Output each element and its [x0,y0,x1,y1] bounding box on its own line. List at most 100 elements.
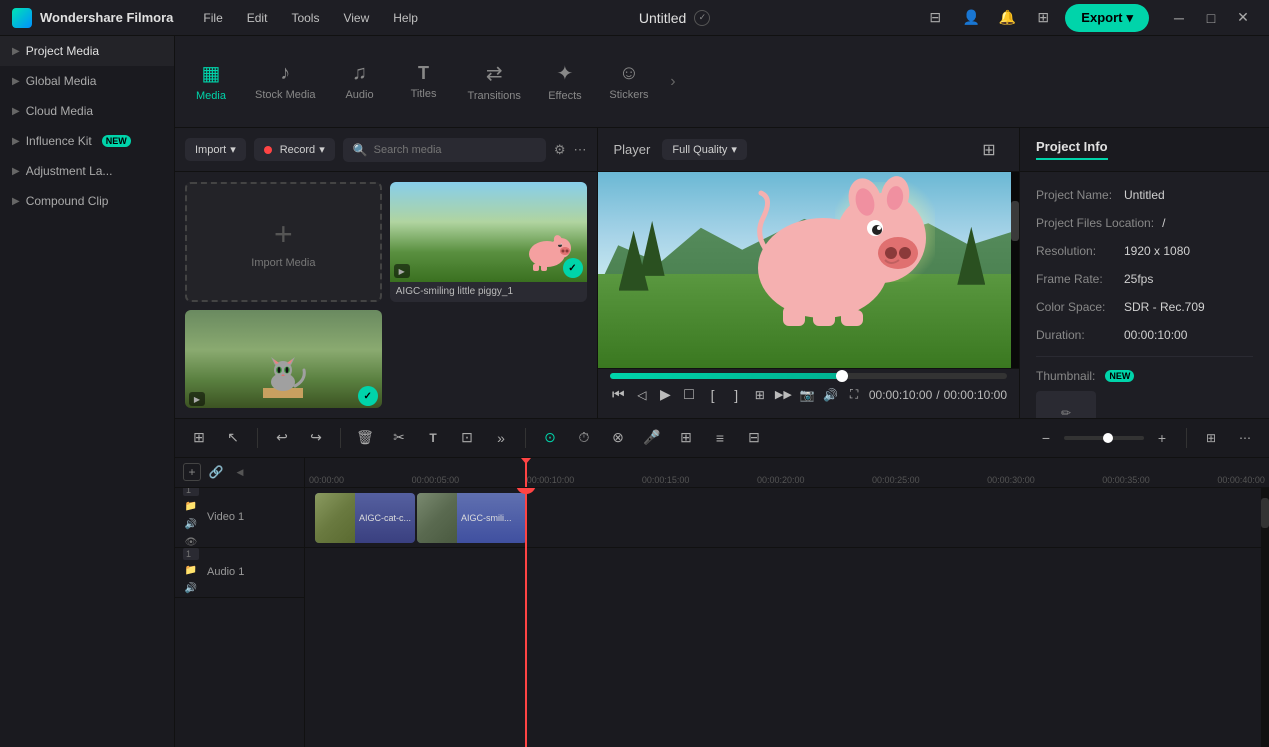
sidebar-item-cloud-media[interactable]: ▶ Cloud Media [0,96,174,126]
tabs-more-btn[interactable]: › [661,52,685,112]
add-timeline-btn[interactable]: ⊞ [751,383,769,407]
media-card-cat[interactable]: ▶ ✓ AIGC-cat eating ice cream_1 [185,310,382,408]
cat-clip[interactable]: AIGC-cat-c... [315,493,415,543]
preview-fullscreen-icon[interactable]: ⊞ [975,136,1003,164]
auto-reframe-btn[interactable]: ⊞ [672,424,700,452]
thumbnail-label: Thumbnail: NEW [1036,369,1253,383]
text-tool-btn[interactable]: T [419,424,447,452]
volume-icon-audio[interactable]: 🔊 [183,580,199,596]
folder-icon-video[interactable]: 📁 [183,498,199,514]
preview-scrollbar[interactable] [1011,172,1019,368]
tab-stock-media[interactable]: ♪ Stock Media [243,54,328,109]
preview-timeline-bar[interactable] [610,373,1008,379]
search-input[interactable] [374,144,536,156]
cat-clip-thumb [315,493,355,543]
preview-scrollbar-thumb[interactable] [1011,201,1019,241]
render-btn[interactable]: ▶▶ [775,383,793,407]
timeline-scrollbar[interactable] [1261,488,1269,747]
info-row-colorspace: Color Space: SDR - Rec.709 [1036,300,1253,314]
tab-transitions[interactable]: ⇄ Transitions [456,53,533,110]
speed-btn[interactable]: ⏱ [570,424,598,452]
prev-frame-btn[interactable]: ◁ [633,383,651,407]
tab-effects[interactable]: ✦ Effects [533,53,597,110]
tab-stickers[interactable]: ☺ Stickers [597,54,661,109]
import-button[interactable]: Import ▾ [185,138,246,161]
undo-btn[interactable]: ↩ [268,424,296,452]
zoom-plus-btn[interactable]: + [1148,424,1176,452]
tab-media[interactable]: ▦ Media [179,53,243,110]
rewind-btn[interactable]: ⏮ [610,383,628,407]
sidebar-item-compound-clip[interactable]: ▶ Compound Clip [0,186,174,216]
collapse-btn[interactable]: ◀ [231,463,249,481]
more-tools-btn[interactable]: » [487,424,515,452]
mark-out-btn[interactable]: ] [727,383,745,407]
cat-thumbnail: ▶ ✓ [185,310,382,408]
sidebar-item-influence-kit[interactable]: ▶ Influence Kit NEW [0,126,174,156]
menu-edit[interactable]: Edit [237,7,278,29]
more-layout-btn[interactable]: ⋯ [1231,424,1259,452]
select-tool-btn[interactable]: ↖ [219,424,247,452]
zoom-minus-btn[interactable]: − [1032,424,1060,452]
menu-tools[interactable]: Tools [281,7,329,29]
zoom-slider[interactable] [1064,436,1144,440]
redo-btn[interactable]: ↪ [302,424,330,452]
more-options-icon[interactable]: ⋯ [574,142,587,158]
subtitle-btn[interactable]: ≡ [706,424,734,452]
import-media-card[interactable]: + Import Media [185,182,382,302]
fullscreen-btn[interactable]: ⛶ [845,383,863,407]
snapshot-btn[interactable]: 📷 [798,383,816,407]
zoom-thumb [1103,433,1113,443]
minimize-btn[interactable]: ─ [1165,4,1193,32]
ruler-mark-8: 00:00:40:00 [1217,475,1265,485]
menu-view[interactable]: View [333,7,379,29]
export-button[interactable]: Export ▾ [1065,4,1149,32]
maximize-btn[interactable]: □ [1197,4,1225,32]
media-card-piggy[interactable]: ▶ ✓ AIGC-smiling little piggy_1 [390,182,587,302]
info-separator [1036,356,1253,357]
search-box[interactable]: 🔍 [343,138,546,162]
ruler-mark-7: 00:00:35:00 [1102,475,1150,485]
track-content: ✕ AIGC-cat-c... [305,488,1261,747]
screen-btn[interactable]: ⊟ [921,4,949,32]
player-tab[interactable]: Player [614,142,651,157]
quality-selector[interactable]: Full Quality ▾ [662,139,747,160]
menu-help[interactable]: Help [383,7,428,29]
mark-in-btn[interactable]: [ [704,383,722,407]
link-btn[interactable]: 🔗 [207,463,225,481]
sidebar-item-adjustment-layer[interactable]: ▶ Adjustment La... [0,156,174,186]
close-btn[interactable]: ✕ [1229,4,1257,32]
apps-btn[interactable]: ⊞ [1029,4,1057,32]
menu-file[interactable]: File [193,7,232,29]
layout-btn[interactable]: ⊞ [1197,424,1225,452]
cut-tool-btn[interactable]: ✂ [385,424,413,452]
app-logo [12,8,32,28]
voice-btn[interactable]: 🎤 [638,424,666,452]
filter-icon[interactable]: ⚙ [554,142,566,158]
audio-btn[interactable]: 🔊 [822,383,840,407]
project-info-tab[interactable]: Project Info [1036,139,1108,160]
tab-audio[interactable]: ♫ Audio [328,54,392,109]
color-correction-btn[interactable]: ⊙ [536,424,564,452]
playhead[interactable]: ✕ [525,488,527,747]
crop-tool-btn[interactable]: ⊡ [453,424,481,452]
play-btn[interactable]: ▶ [657,383,675,407]
track-labels: 1 📁 🔊 👁 Video 1 1 📁 🔊 [175,488,305,747]
multi-cam-btn[interactable]: ⊞ [185,424,213,452]
record-button[interactable]: Record ▾ [254,138,335,161]
cut-btn[interactable]: □ [680,383,698,407]
volume-icon-video[interactable]: 🔊 [183,516,199,532]
colorspace-value: SDR - Rec.709 [1124,300,1205,314]
pip-btn[interactable]: ⊟ [740,424,768,452]
tab-titles[interactable]: T Titles [392,55,456,108]
delete-btn[interactable]: 🗑 [351,424,379,452]
profile-btn[interactable]: 👤 [957,4,985,32]
stabilize-btn[interactable]: ⊗ [604,424,632,452]
timeline-thumb[interactable] [836,370,848,382]
notifications-btn[interactable]: 🔔 [993,4,1021,32]
folder-icon-audio[interactable]: 📁 [183,562,199,578]
timeline-scrollbar-thumb[interactable] [1261,498,1269,528]
sidebar-item-project-media[interactable]: ▶ Project Media [0,36,174,66]
pig-clip[interactable]: AIGC-smili... [417,493,527,543]
sidebar-item-global-media[interactable]: ▶ Global Media [0,66,174,96]
add-track-btn[interactable]: + [183,463,201,481]
